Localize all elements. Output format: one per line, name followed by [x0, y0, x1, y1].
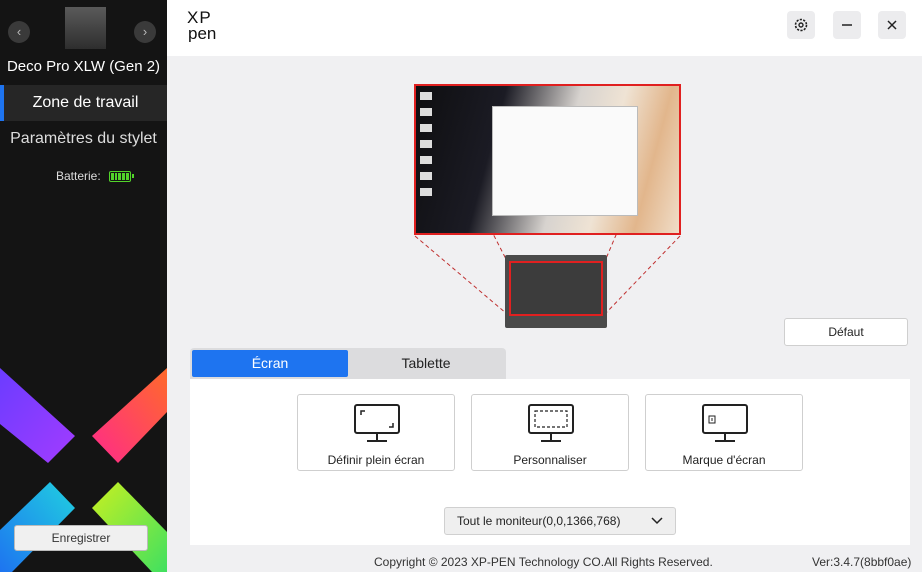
fullscreen-option-label: Définir plein écran [327, 453, 425, 467]
tablet-preview [505, 255, 607, 328]
minimize-icon [842, 24, 852, 26]
battery-label: Batterie: [56, 169, 101, 183]
fullscreen-option-button[interactable]: Définir plein écran [297, 394, 455, 471]
monitor-custom-icon [528, 404, 574, 442]
sidebar: ‹ › Deco Pro XLW (Gen 2) Zone de travail… [0, 0, 167, 572]
version-text: Ver:3.4.7(8bbf0ae) [812, 555, 912, 569]
device-thumbnail [65, 7, 106, 49]
mapping-preview [167, 56, 922, 346]
tablet-active-area [509, 261, 603, 316]
battery-status: Batterie: [56, 169, 134, 183]
battery-icon [108, 170, 134, 182]
tab-tablet[interactable]: Tablette [348, 350, 504, 377]
screen-mark-option-label: Marque d'écran [682, 453, 766, 467]
screenshot-desktop-icons [420, 92, 432, 202]
monitor-select[interactable]: Tout le moniteur(0,0,1366,768) [444, 507, 676, 535]
screen-mark-option-button[interactable]: Marque d'écran [645, 394, 803, 471]
customize-option-label: Personnaliser [513, 453, 587, 467]
customize-option-button[interactable]: Personnaliser [471, 394, 629, 471]
close-icon [887, 20, 897, 30]
copyright-text: Copyright © 2023 XP-PEN Technology CO.Al… [374, 555, 713, 569]
monitor-mark-icon [702, 404, 748, 442]
close-button[interactable] [878, 11, 906, 39]
screenshot-app-window [492, 106, 638, 216]
save-button[interactable]: Enregistrer [14, 525, 148, 551]
next-device-button[interactable]: › [134, 21, 156, 43]
device-name: Deco Pro XLW (Gen 2) [6, 58, 161, 75]
svg-text:pen: pen [188, 24, 216, 42]
minimize-button[interactable] [833, 11, 861, 39]
tab-screen[interactable]: Écran [192, 350, 348, 377]
screen-panel: Définir plein écran Personnaliser Marque… [190, 379, 910, 545]
tab-bar: Écran Tablette [190, 348, 506, 379]
settings-button[interactable] [787, 11, 815, 39]
screen-preview [414, 84, 681, 235]
nav-item-pen-settings[interactable]: Paramètres du stylet [0, 121, 167, 157]
default-button[interactable]: Défaut [784, 318, 908, 346]
gear-icon [794, 18, 808, 32]
nav-item-work-area[interactable]: Zone de travail [0, 85, 167, 121]
monitor-fullscreen-icon [354, 404, 400, 442]
previous-device-button[interactable]: ‹ [8, 21, 30, 43]
header: XP pen [167, 0, 922, 56]
xp-pen-logo: XP pen [187, 6, 227, 47]
monitor-select-value: Tout le moniteur(0,0,1366,768) [457, 514, 621, 528]
chevron-down-icon [651, 517, 663, 525]
